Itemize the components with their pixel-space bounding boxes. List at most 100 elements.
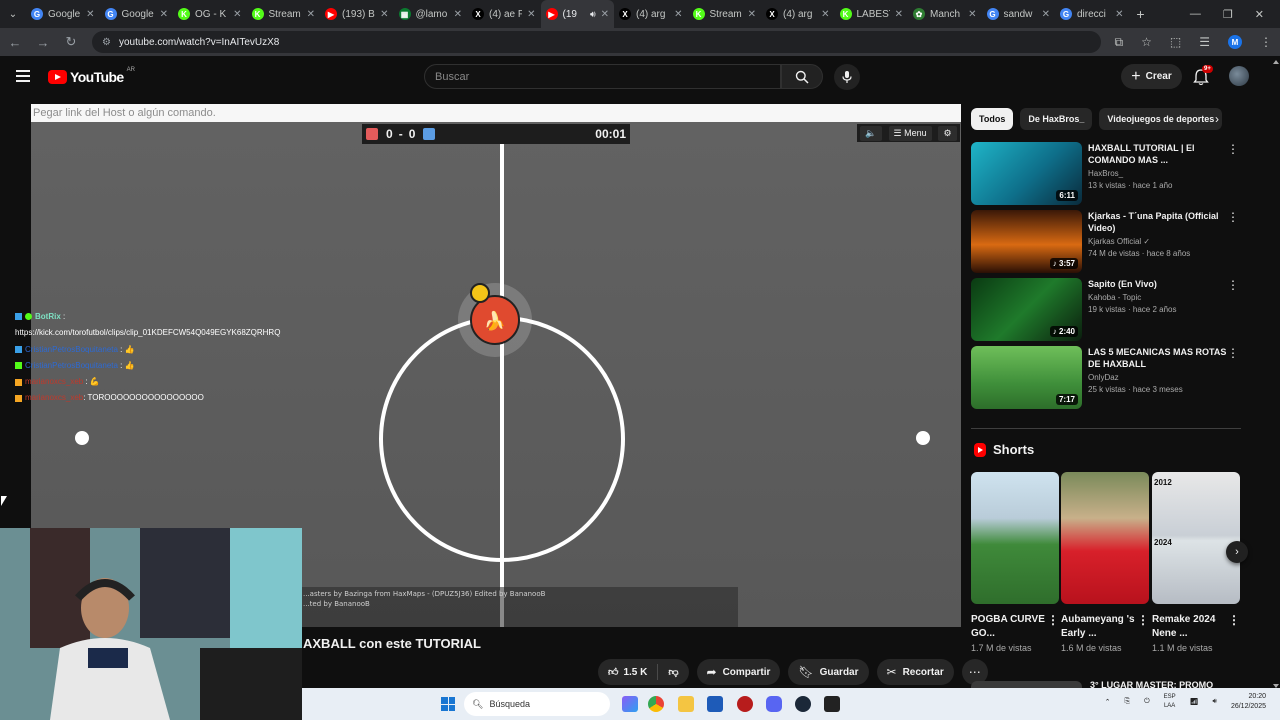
back-icon[interactable]: ← <box>8 35 22 50</box>
browser-tab[interactable]: K LABEST ✕ <box>835 0 909 28</box>
browser-tab[interactable]: ✿ Manch ✕ <box>908 0 982 28</box>
chip-haxbros[interactable]: De HaxBros_ <box>1020 108 1093 130</box>
browser-tab[interactable]: G Google ✕ <box>26 0 100 28</box>
network-icon[interactable]: ⎘ <box>1124 698 1130 706</box>
input-language[interactable]: ESP LAA <box>1164 693 1176 711</box>
tab-close-icon[interactable]: ✕ <box>601 9 609 20</box>
game-menu-button[interactable]: ☰ Menu <box>888 125 932 141</box>
tray-chevron-icon[interactable]: ⌃ <box>1105 698 1111 706</box>
short-title[interactable]: Remake 2024 Nene ... ⋮ <box>1152 613 1240 641</box>
chip-sports-games[interactable]: Videojuegos de deportes <box>1099 108 1223 130</box>
short-thumbnail[interactable]: 2012 2024 <box>1152 472 1240 604</box>
host-command-input[interactable] <box>33 107 961 119</box>
volume-icon[interactable]: 🔈 <box>860 125 882 141</box>
profile-avatar[interactable]: M <box>1228 35 1242 49</box>
tab-close-icon[interactable]: ✕ <box>968 9 976 20</box>
more-options-icon[interactable]: ⋮ <box>1228 613 1240 627</box>
site-info-icon[interactable]: ⚙ <box>102 37 111 48</box>
store-icon[interactable] <box>707 696 723 712</box>
restore-icon[interactable]: ❐ <box>1223 8 1233 21</box>
voice-search-button[interactable] <box>834 64 860 90</box>
steam-icon[interactable] <box>795 696 811 712</box>
like-button[interactable]: 👍︎ 1.5 K <box>598 659 657 685</box>
recommendation-item[interactable]: 7:17 LAS 5 MECANICAS MAS ROTAS DE HAXBALL… <box>971 346 1241 409</box>
bookmark-star-icon[interactable]: ☆ <box>1141 35 1152 49</box>
more-options-icon[interactable]: ⋮ <box>1227 346 1239 360</box>
reco-title[interactable]: HAXBALL TUTORIAL | El COMANDO MAS ... <box>1088 142 1227 166</box>
recommendation-item[interactable]: ♪ 2:40 Sapito (En Vivo) Kahoba - Topic 19 k… <box>971 278 1241 341</box>
minimize-icon[interactable]: — <box>1190 8 1201 21</box>
short-item[interactable]: 2012 2024 Remake 2024 Nene ... ⋮ 1.1 M de vi… <box>1152 472 1240 653</box>
reco-channel[interactable]: Kjarkas Official ✓ <box>1088 237 1227 246</box>
dislike-button[interactable]: 👎︎ <box>658 659 688 685</box>
chips-next-icon[interactable]: › <box>1215 112 1219 126</box>
browser-menu-icon[interactable]: ⋮ <box>1260 35 1272 49</box>
reco-channel[interactable]: Kahoba - Topic <box>1088 293 1227 302</box>
wifi-icon[interactable]: 📶︎ <box>1190 698 1199 706</box>
game-settings-icon[interactable]: ⚙ <box>938 125 957 141</box>
copilot-icon[interactable] <box>622 696 638 712</box>
tab-close-icon[interactable]: ✕ <box>160 9 168 20</box>
reco-thumbnail[interactable]: 7:17 <box>971 346 1082 409</box>
hamburger-menu-icon[interactable] <box>16 70 30 82</box>
new-tab-button[interactable]: + <box>1129 6 1153 22</box>
app-icon[interactable] <box>737 696 753 712</box>
browser-tab[interactable]: G Google ✕ <box>100 0 174 28</box>
short-item[interactable]: POGBA CURVE GO... ⋮ 1.7 M de vistas <box>971 472 1059 653</box>
short-title[interactable]: Aubameyang 's Early ... ⋮ <box>1061 613 1149 641</box>
recommendation-item[interactable]: 6:11 HAXBALL TUTORIAL | El COMANDO MAS ..… <box>971 142 1241 205</box>
browser-tab[interactable]: X (4) ae F ✕ <box>467 0 541 28</box>
reload-icon[interactable]: ↻ <box>64 34 78 50</box>
search-button[interactable] <box>781 64 823 89</box>
windows-start-icon[interactable] <box>441 697 455 711</box>
browser-tab[interactable]: K OG - K ✕ <box>173 0 247 28</box>
browser-tab[interactable]: ▦ @lamo ✕ <box>394 0 468 28</box>
tab-close-icon[interactable]: ✕ <box>895 9 903 20</box>
browser-tab[interactable]: X (4) arg ✕ <box>614 0 688 28</box>
tab-close-icon[interactable]: ✕ <box>748 9 756 20</box>
tab-close-icon[interactable]: ✕ <box>233 9 241 20</box>
reco-channel[interactable]: HaxBros_ <box>1088 169 1227 178</box>
shorts-next-icon[interactable]: › <box>1226 541 1248 563</box>
reco-title[interactable]: Kjarkas - T´una Papita (Official Video) <box>1088 210 1227 234</box>
tab-search-dropdown-icon[interactable]: ⌄ <box>0 0 26 28</box>
short-thumbnail[interactable] <box>971 472 1059 604</box>
tab-close-icon[interactable]: ✕ <box>674 9 682 20</box>
more-options-icon[interactable]: ⋮ <box>1137 613 1149 627</box>
reco-thumbnail[interactable]: ♪ 3:57 <box>971 210 1082 273</box>
url-field[interactable]: ⚙ youtube.com/watch?v=InAITevUzX8 <box>92 31 1101 53</box>
reco-thumbnail[interactable]: 6:11 <box>971 142 1082 205</box>
reco-thumbnail[interactable]: ♪ 2:40 <box>971 278 1082 341</box>
clip-button[interactable]: ✂ Recortar <box>876 659 954 685</box>
reco-title[interactable]: LAS 5 MECANICAS MAS ROTAS DE HAXBALL <box>1088 346 1227 370</box>
short-item[interactable]: Aubameyang 's Early ... ⋮ 1.6 M de vistas <box>1061 472 1149 653</box>
reco-channel[interactable]: OnlyDaz <box>1088 373 1227 382</box>
recommendation-item[interactable]: ♪ 3:57 Kjarkas - T´una Papita (Official V… <box>971 210 1241 273</box>
browser-tab[interactable]: K Stream ✕ <box>688 0 762 28</box>
tab-close-icon[interactable]: ✕ <box>380 9 388 20</box>
tab-close-icon[interactable]: ✕ <box>1042 9 1050 20</box>
tab-close-icon[interactable]: ✕ <box>1115 9 1123 20</box>
usb-icon[interactable]: ⏻ <box>1144 698 1150 706</box>
extensions-icon[interactable]: ⬚ <box>1170 35 1181 49</box>
save-button[interactable]: 🔖︎ Guardar <box>788 659 869 685</box>
tab-close-icon[interactable]: ✕ <box>454 9 462 20</box>
browser-tab[interactable]: K Stream ✕ <box>247 0 321 28</box>
browser-tab[interactable]: Gsandw ✕ <box>982 0 1056 28</box>
reco-title[interactable]: Sapito (En Vivo) <box>1088 278 1227 290</box>
browser-tab[interactable]: Gdirecci ✕ <box>1055 0 1129 28</box>
taskbar-search[interactable]: 🔍︎ Búsqueda <box>464 692 610 716</box>
more-options-icon[interactable]: ⋮ <box>1047 613 1059 627</box>
tab-audio-icon[interactable]: 🔊︎ <box>590 9 596 20</box>
discord-icon[interactable] <box>766 696 782 712</box>
browser-tab[interactable]: ▶ (19 🔊︎ ✕ <box>540 0 614 28</box>
file-explorer-icon[interactable] <box>678 696 694 712</box>
share-button[interactable]: ➦ Compartir <box>696 659 781 685</box>
short-title[interactable]: POGBA CURVE GO... ⋮ <box>971 613 1059 641</box>
more-options-icon[interactable]: ⋮ <box>1227 210 1239 224</box>
cast-icon[interactable]: ⧉ <box>1115 35 1124 50</box>
tab-close-icon[interactable]: ✕ <box>86 9 94 20</box>
page-scrollbar[interactable] <box>1272 60 1280 688</box>
chrome-icon[interactable] <box>648 696 664 712</box>
youtube-logo[interactable]: YouTube AR <box>48 67 135 85</box>
